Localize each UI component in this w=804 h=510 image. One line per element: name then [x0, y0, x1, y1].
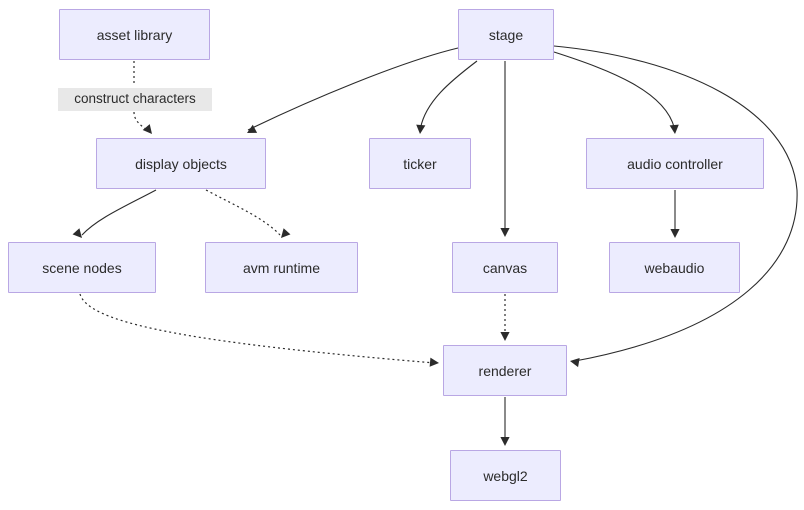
node-avm_runtime[interactable]: avm runtime — [205, 242, 358, 293]
arrowhead-a_ticker — [416, 124, 426, 134]
edge-e_stage_audio — [553, 51, 676, 132]
edge-e_display_scene — [81, 189, 157, 236]
node-label: avm runtime — [242, 259, 321, 276]
node-label: ticker — [403, 155, 437, 172]
node-renderer[interactable]: renderer — [443, 345, 567, 396]
arrowhead-a_display_from_asset — [142, 124, 152, 134]
edge-e_stage_ticker — [419, 60, 478, 132]
node-display_objects[interactable]: display objects — [96, 138, 266, 189]
node-webaudio[interactable]: webaudio — [609, 242, 740, 293]
arrowhead-a_audio — [669, 124, 679, 134]
node-canvas[interactable]: canvas — [452, 242, 558, 293]
node-label: webgl2 — [483, 467, 528, 484]
edge-e_stage_display — [247, 47, 459, 131]
node-webgl2[interactable]: webgl2 — [450, 450, 561, 501]
edge-e_scene_renderer — [79, 293, 436, 364]
node-label: display objects — [135, 155, 227, 172]
arrowhead-a_renderer_top — [500, 332, 510, 341]
node-asset_library[interactable]: asset library — [59, 9, 210, 60]
edge-e_stage_renderer — [553, 45, 798, 362]
node-label: asset library — [96, 26, 173, 43]
arrowhead-a_renderer_left — [429, 357, 439, 367]
arrowhead-a_canvas — [500, 228, 510, 237]
node-scene_nodes[interactable]: scene nodes — [8, 242, 156, 293]
arrowhead-a_webaudio — [670, 229, 680, 238]
node-label: stage — [488, 26, 524, 43]
node-label: audio controller — [627, 155, 723, 172]
edge-label-construct_characters: construct characters — [58, 88, 212, 111]
node-label: canvas — [482, 259, 528, 276]
arrowhead-a_renderer_right — [570, 358, 580, 368]
node-label: webaudio — [644, 259, 705, 276]
node-label: renderer — [478, 362, 532, 379]
node-audio_controller[interactable]: audio controller — [586, 138, 764, 189]
node-label: scene nodes — [42, 259, 122, 276]
flowchart-diagram: asset library stage display objects ticker a… — [0, 0, 804, 510]
node-stage[interactable]: stage — [458, 9, 554, 60]
arrowhead-a_scene_nodes — [72, 228, 82, 238]
edge-e_display_avm — [205, 189, 281, 236]
arrowhead-a_webgl2 — [500, 437, 510, 446]
node-ticker[interactable]: ticker — [369, 138, 471, 189]
